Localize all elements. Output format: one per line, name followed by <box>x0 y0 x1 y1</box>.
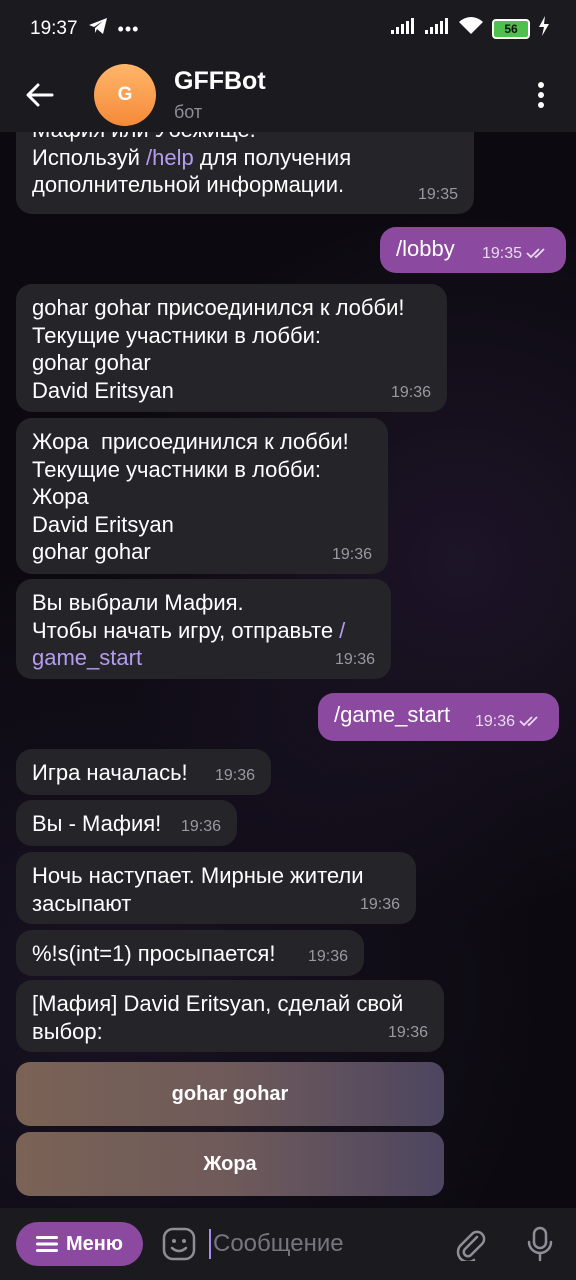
voice-message-button[interactable] <box>522 1224 558 1264</box>
text-cursor <box>209 1229 211 1259</box>
message-time: 19:35 <box>482 240 550 268</box>
message-outgoing: /game_start 19:36 <box>318 693 559 741</box>
message-incoming: [Мафия] David Eritsyan, сделай свой выбо… <box>16 980 444 1052</box>
message-time: 19:36 <box>390 383 431 401</box>
message-incoming: Жора присоединился к лобби! Текущие учас… <box>16 418 388 574</box>
more-vert-icon <box>538 82 544 108</box>
inline-button-zhora[interactable]: Жора <box>16 1132 444 1196</box>
battery-icon: 56 <box>492 19 530 39</box>
menu-label: Меню <box>66 1232 123 1255</box>
charging-icon <box>538 16 550 42</box>
message-time: 19:35 <box>417 185 458 203</box>
signal-icon <box>390 17 416 41</box>
message-incoming: Вы - Мафия! 19:36 <box>16 800 237 846</box>
message-time: 19:36 <box>475 708 543 736</box>
status-bar: 19:37 ••• 56 <box>0 0 576 58</box>
menu-icon <box>36 1236 59 1252</box>
status-time: 19:37 <box>30 18 78 39</box>
emoji-button[interactable] <box>161 1226 197 1262</box>
message-time: 19:36 <box>359 895 400 913</box>
attach-icon <box>456 1230 486 1261</box>
avatar[interactable]: G <box>94 64 156 126</box>
message-incoming: gohar gohar присоединился к лобби! Текущ… <box>16 284 447 412</box>
message-incoming: Ночь наступает. Мирные жители засыпают 1… <box>16 852 416 924</box>
message-time: 19:36 <box>331 545 372 563</box>
signal-icon <box>424 17 450 41</box>
more-options-button[interactable] <box>526 75 556 115</box>
message-input[interactable]: Сообщение <box>209 1224 429 1264</box>
message-time: 19:36 <box>214 766 255 784</box>
chat-area[interactable]: Мафия или Убежище. Используй /help для п… <box>0 132 576 1208</box>
back-button[interactable] <box>12 67 68 123</box>
message-incoming: Вы выбрали Мафия. Чтобы начать игру, отп… <box>16 579 391 679</box>
message-time: 19:36 <box>307 947 348 965</box>
chat-info[interactable]: GFFBot бот <box>174 67 266 123</box>
message-time: 19:36 <box>334 650 375 668</box>
double-check-icon <box>519 716 538 727</box>
inline-button-gohar-gohar[interactable]: gohar gohar <box>16 1062 444 1126</box>
chat-title: GFFBot <box>174 67 266 95</box>
bot-menu-button[interactable]: Меню <box>16 1222 143 1266</box>
attach-button[interactable] <box>450 1224 490 1264</box>
message-placeholder: Сообщение <box>213 1230 344 1257</box>
more-icon: ••• <box>117 18 140 39</box>
chat-subtitle: бот <box>174 102 203 122</box>
double-check-icon <box>526 248 545 259</box>
telegram-icon <box>88 17 108 41</box>
chat-header: G GFFBot бот <box>0 58 576 132</box>
emoji-icon <box>162 1227 196 1261</box>
message-incoming: %!s(int=1) просыпается! 19:36 <box>16 930 364 976</box>
message-time: 19:36 <box>180 817 221 835</box>
message-incoming: Мафия или Убежище. Используй /help для п… <box>16 132 474 214</box>
message-incoming: Игра началась! 19:36 <box>16 749 271 795</box>
message-outgoing: /lobby 19:35 <box>380 227 566 273</box>
help-command-link[interactable]: /help <box>146 145 194 170</box>
message-time: 19:36 <box>387 1023 428 1041</box>
input-bar: Меню Сообщение <box>0 1208 576 1280</box>
back-arrow-icon <box>26 83 54 107</box>
mic-icon <box>527 1226 553 1262</box>
wifi-icon <box>458 16 484 42</box>
